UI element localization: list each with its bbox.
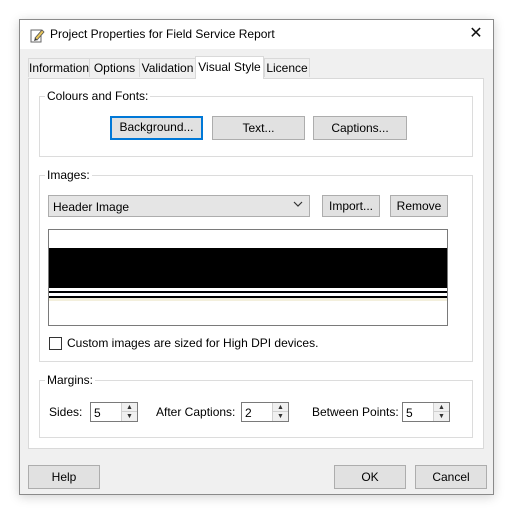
tab-options[interactable]: Options [89, 58, 140, 77]
tab-visual-style[interactable]: Visual Style [195, 56, 264, 79]
spin-down-icon[interactable]: ▼ [122, 412, 137, 421]
tab-panel-visual-style: Colours and Fonts: Background... Text...… [28, 78, 484, 449]
spin-up-icon[interactable]: ▲ [434, 403, 449, 412]
spin-up-icon[interactable]: ▲ [122, 403, 137, 412]
tab-information[interactable]: Information [28, 58, 90, 77]
margins-group: Margins: Sides: 5 ▲ ▼ After Captions: 2 … [39, 373, 473, 438]
high-dpi-label: Custom images are sized for High DPI dev… [67, 336, 319, 350]
header-cream-stripe [49, 298, 447, 301]
between-points-value: 5 [406, 406, 413, 420]
between-points-spinner[interactable]: 5 ▲ ▼ [402, 402, 450, 422]
images-label: Images: [45, 168, 92, 182]
images-group: Images: Header Image Import... Remove Cu… [39, 168, 473, 362]
ok-button[interactable]: OK [334, 465, 406, 489]
title-bar: Project Properties for Field Service Rep… [20, 20, 493, 49]
chevron-down-icon [293, 199, 303, 212]
sides-label: Sides: [49, 405, 83, 419]
close-button[interactable]: ✕ [459, 20, 493, 49]
colours-fonts-group: Colours and Fonts: Background... Text...… [39, 89, 473, 157]
window-title: Project Properties for Field Service Rep… [50, 27, 275, 41]
close-icon: ✕ [469, 25, 483, 42]
colours-fonts-label: Colours and Fonts: [45, 89, 151, 103]
captions-button[interactable]: Captions... [313, 116, 407, 140]
margins-label: Margins: [45, 373, 96, 387]
between-points-label: Between Points: [312, 405, 399, 419]
cancel-button[interactable]: Cancel [415, 465, 487, 489]
header-line-1 [49, 291, 447, 293]
image-select-value: Header Image [53, 200, 130, 214]
spin-down-icon[interactable]: ▼ [434, 412, 449, 421]
spin-up-icon[interactable]: ▲ [273, 403, 288, 412]
text-button[interactable]: Text... [212, 116, 305, 140]
after-captions-label: After Captions: [156, 405, 236, 419]
high-dpi-checkbox[interactable] [49, 337, 62, 350]
properties-dialog: Project Properties for Field Service Rep… [19, 19, 494, 495]
header-image-preview [48, 229, 448, 326]
after-captions-value: 2 [245, 406, 252, 420]
tab-licence[interactable]: Licence [264, 58, 310, 77]
remove-button[interactable]: Remove [390, 195, 448, 217]
tab-validation[interactable]: Validation [139, 58, 196, 77]
help-button[interactable]: Help [28, 465, 100, 489]
sides-spinner[interactable]: 5 ▲ ▼ [90, 402, 138, 422]
image-select[interactable]: Header Image [48, 195, 310, 217]
import-button[interactable]: Import... [322, 195, 380, 217]
pencil-document-icon [29, 27, 45, 43]
spin-down-icon[interactable]: ▼ [273, 412, 288, 421]
background-button[interactable]: Background... [110, 116, 203, 140]
header-black-band [49, 248, 447, 288]
sides-value: 5 [94, 406, 101, 420]
after-captions-spinner[interactable]: 2 ▲ ▼ [241, 402, 289, 422]
